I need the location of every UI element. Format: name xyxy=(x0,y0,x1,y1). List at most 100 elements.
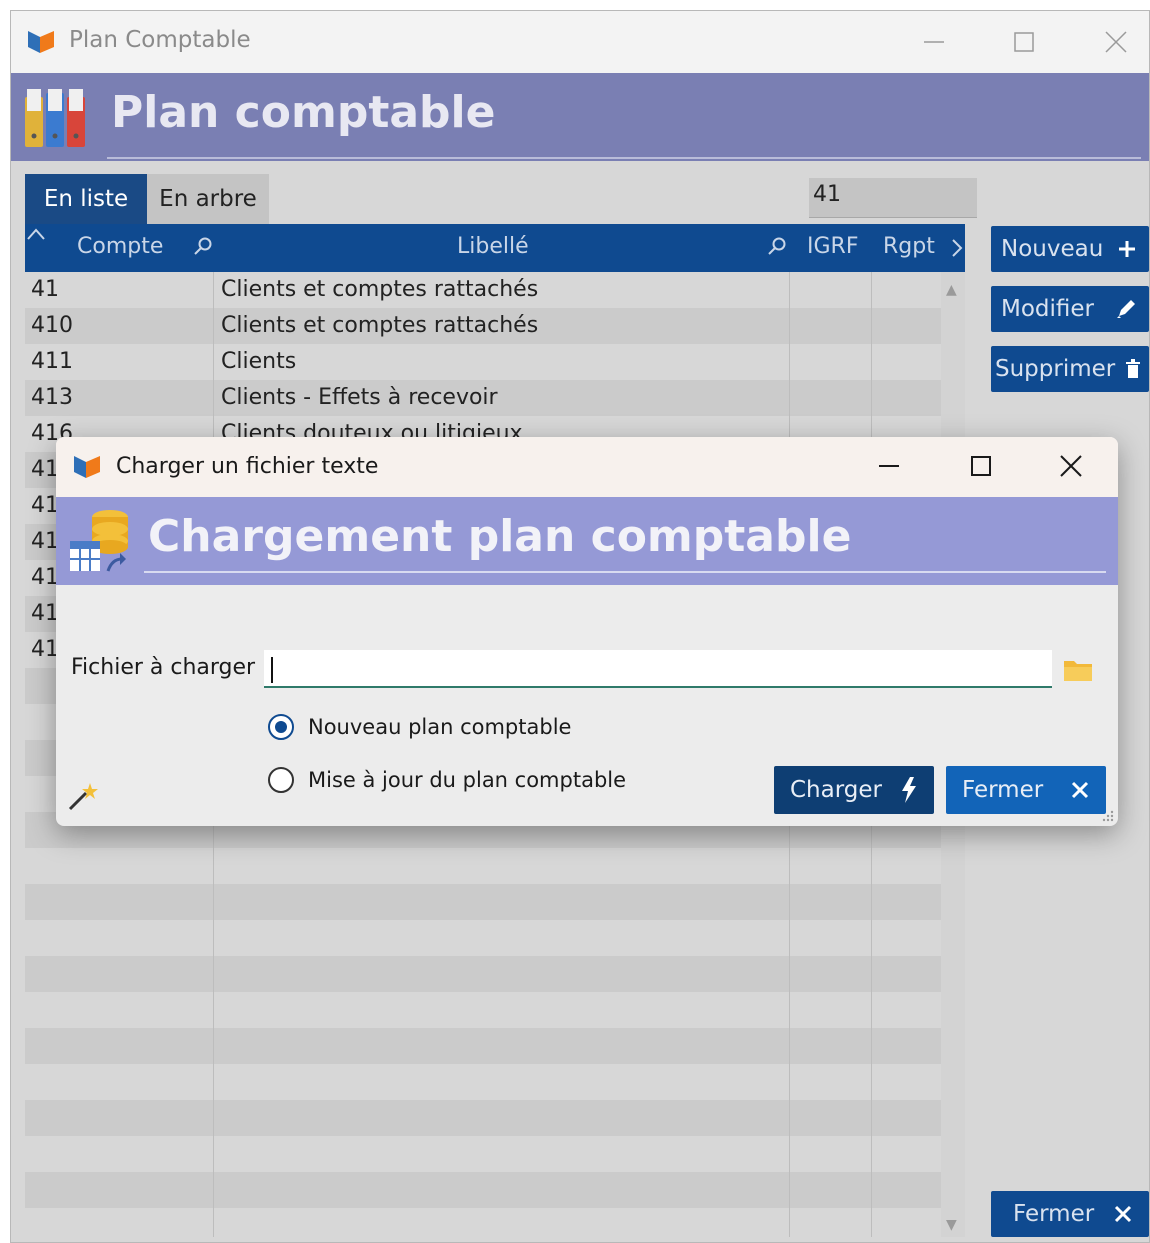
radio-nouveau-plan[interactable]: Nouveau plan comptable xyxy=(268,714,571,740)
window-title: Plan Comptable xyxy=(69,27,251,53)
table-row[interactable] xyxy=(25,992,941,1028)
app-logo-icon xyxy=(74,456,100,478)
maximize-icon xyxy=(971,456,991,476)
cell-compte: 41 xyxy=(31,457,59,482)
scroll-up-icon[interactable]: ▲ xyxy=(946,282,957,298)
nouveau-button[interactable]: Nouveau xyxy=(991,226,1149,272)
table-row[interactable] xyxy=(25,1172,941,1208)
scroll-down-icon[interactable]: ▼ xyxy=(946,1217,957,1233)
radio-selected-icon[interactable] xyxy=(268,714,294,740)
chevron-right-icon[interactable] xyxy=(951,238,963,258)
magic-wand-icon[interactable] xyxy=(66,779,100,813)
file-label: Fichier à charger xyxy=(71,655,256,680)
cell-compte: 413 xyxy=(31,385,73,410)
table-row[interactable] xyxy=(25,848,941,884)
title-bar: Plan Comptable xyxy=(11,11,1149,73)
table-row[interactable]: 410 Clients et comptes rattachés xyxy=(25,308,941,344)
fermer-label: Fermer xyxy=(1013,1201,1095,1227)
dialog-title: Charger un fichier texte xyxy=(116,454,379,479)
binders-icon xyxy=(25,89,85,147)
pencil-icon xyxy=(1117,300,1135,318)
minimize-icon xyxy=(924,41,944,43)
dialog-close-button[interactable] xyxy=(1046,445,1096,487)
table-row[interactable]: 411 Clients xyxy=(25,344,941,380)
cell-compte: 410 xyxy=(31,313,73,338)
table-row[interactable] xyxy=(25,1136,941,1172)
radio-mise-a-jour[interactable]: Mise à jour du plan comptable xyxy=(268,767,626,793)
table-row[interactable] xyxy=(25,920,941,956)
table-row[interactable] xyxy=(25,1064,941,1100)
modifier-button[interactable]: Modifier xyxy=(991,286,1149,332)
supprimer-button[interactable]: Supprimer xyxy=(991,346,1149,392)
cell-compte: 41 xyxy=(31,493,59,518)
minimize-button[interactable] xyxy=(909,21,959,63)
cell-libelle: Clients et comptes rattachés xyxy=(221,277,539,302)
column-libelle[interactable]: Libellé xyxy=(457,234,529,259)
radio-mise-a-jour-label: Mise à jour du plan comptable xyxy=(308,768,627,792)
resize-grip-icon[interactable] xyxy=(1100,808,1114,822)
column-compte[interactable]: Compte xyxy=(77,234,163,259)
dialog-title-bar: Charger un fichier texte xyxy=(56,437,1118,497)
app-logo-icon xyxy=(28,31,54,53)
plus-icon xyxy=(1119,241,1135,257)
table-row[interactable] xyxy=(25,884,941,920)
nouveau-label: Nouveau xyxy=(1001,236,1104,262)
text-caret xyxy=(271,657,273,683)
cell-libelle: Clients et comptes rattachés xyxy=(221,313,539,338)
table-row[interactable] xyxy=(25,1028,941,1064)
cell-compte: 41 xyxy=(31,277,59,302)
supprimer-label: Supprimer xyxy=(995,356,1116,382)
dialog-maximize-button[interactable] xyxy=(956,445,1006,487)
tab-en-liste[interactable]: En liste xyxy=(25,174,147,224)
table-row[interactable]: 41 Clients et comptes rattachés xyxy=(25,272,941,308)
column-igrf[interactable]: IGRF xyxy=(807,234,858,259)
cell-compte: 411 xyxy=(31,349,73,374)
charger-label: Charger xyxy=(790,777,882,803)
fermer-dialog-button[interactable]: Fermer xyxy=(946,766,1106,814)
filter-input[interactable]: 41 xyxy=(809,178,977,218)
dialog-heading: Chargement plan comptable xyxy=(148,511,852,562)
cell-compte: 41 xyxy=(31,565,59,590)
sort-up-icon[interactable] xyxy=(27,228,45,240)
close-icon xyxy=(1105,31,1127,53)
cell-compte: 41 xyxy=(31,529,59,554)
column-rgpt[interactable]: Rgpt xyxy=(883,234,935,259)
dialog-header: Chargement plan comptable xyxy=(56,497,1118,585)
close-icon xyxy=(1114,1205,1132,1223)
page-header: Plan comptable xyxy=(11,73,1149,161)
table-row[interactable] xyxy=(25,1208,941,1237)
fermer-main-button[interactable]: Fermer xyxy=(991,1191,1149,1237)
minimize-icon xyxy=(879,465,899,467)
close-icon xyxy=(1060,455,1082,477)
header-underline xyxy=(107,157,1141,159)
maximize-icon xyxy=(1014,32,1034,52)
maximize-button[interactable] xyxy=(999,21,1049,63)
grid-header: Compte Libellé IGRF Rgpt xyxy=(25,224,965,272)
fermer-dialog-label: Fermer xyxy=(962,777,1044,803)
table-row[interactable]: 413 Clients - Effets à recevoir xyxy=(25,380,941,416)
cell-compte: 41 xyxy=(31,601,59,626)
cell-compte: 41 xyxy=(31,637,59,662)
trash-icon xyxy=(1126,359,1140,378)
search-icon[interactable] xyxy=(767,236,787,256)
file-input[interactable] xyxy=(264,650,1052,688)
tab-en-arbre[interactable]: En arbre xyxy=(147,174,269,224)
table-row[interactable] xyxy=(25,956,941,992)
table-row[interactable] xyxy=(25,1100,941,1136)
cell-libelle: Clients - Effets à recevoir xyxy=(221,385,498,410)
cell-libelle: Clients xyxy=(221,349,297,374)
close-icon xyxy=(1071,781,1089,799)
radio-nouveau-label: Nouveau plan comptable xyxy=(308,715,572,739)
radio-unselected-icon[interactable] xyxy=(268,767,294,793)
folder-icon[interactable] xyxy=(1062,653,1094,685)
lightning-icon xyxy=(902,777,916,803)
database-table-icon xyxy=(70,510,128,572)
modifier-label: Modifier xyxy=(1001,296,1094,322)
search-icon[interactable] xyxy=(193,236,213,256)
charger-button[interactable]: Charger xyxy=(774,766,934,814)
header-underline xyxy=(144,571,1106,573)
close-window-button[interactable] xyxy=(1091,21,1141,63)
page-title: Plan comptable xyxy=(111,87,496,138)
dialog-minimize-button[interactable] xyxy=(864,445,914,487)
load-file-dialog: Charger un fichier texte Chargement plan… xyxy=(56,437,1118,826)
